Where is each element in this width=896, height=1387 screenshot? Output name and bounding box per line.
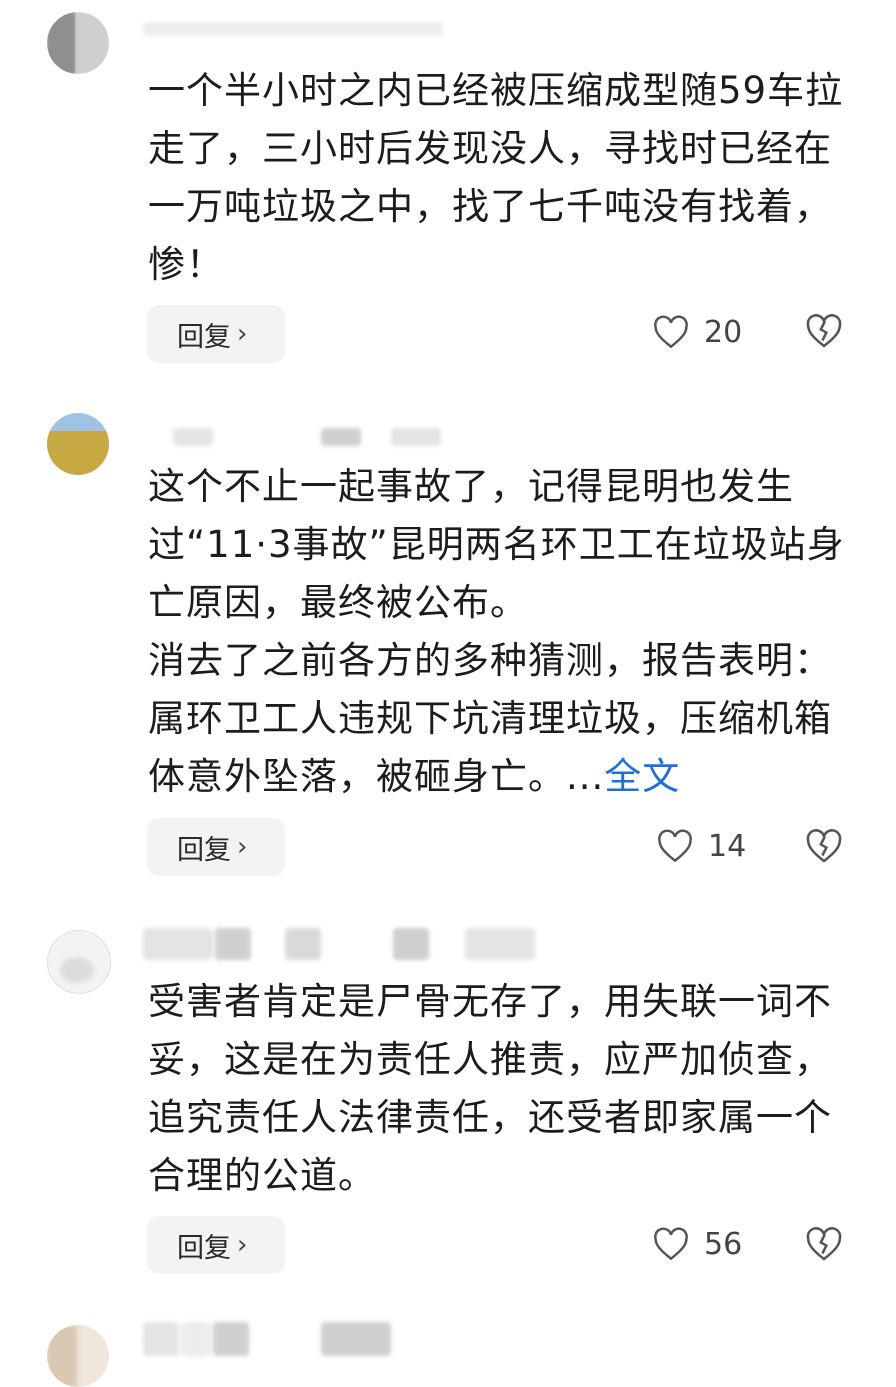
dislike-button[interactable] <box>805 828 843 868</box>
reply-button[interactable]: 回复 › <box>147 1216 285 1274</box>
chevron-right-icon: › <box>237 832 248 862</box>
avatar[interactable] <box>47 413 109 475</box>
avatar[interactable] <box>47 930 111 994</box>
expand-full-text-link[interactable]: 全文 <box>604 755 680 798</box>
broken-heart-icon <box>806 314 842 348</box>
comment-text: 一个半小时之内已经被压缩成型随59车拉走了，三小时后发现没人，寻找时已经在一万吨… <box>148 62 848 294</box>
like-button[interactable]: 20 <box>652 310 742 354</box>
heart-outline-icon <box>658 829 692 863</box>
like-button[interactable]: 56 <box>652 1222 742 1266</box>
avatar[interactable] <box>47 1325 109 1387</box>
dislike-button[interactable] <box>805 1226 843 1266</box>
comment-body: 这个不止一起事故了，记得昆明也发生过“11·3事故”昆明两名环卫工在垃圾站身亡原… <box>148 465 845 798</box>
broken-heart-icon <box>806 1227 842 1261</box>
like-count: 20 <box>704 314 743 350</box>
comment-text: 受害者肯定是尸骨无存了，用失联一词不妥，这是在为责任人推责，应严加侦查，追究责任… <box>148 973 848 1205</box>
heart-outline-icon <box>654 1227 688 1261</box>
broken-heart-icon <box>806 829 842 863</box>
like-count: 56 <box>704 1226 743 1262</box>
comment-body: 一个半小时之内已经被压缩成型随59车拉走了，三小时后发现没人，寻找时已经在一万吨… <box>148 69 844 286</box>
comment-text: 这个不止一起事故了，记得昆明也发生过“11·3事故”昆明两名环卫工在垃圾站身亡原… <box>148 458 848 806</box>
reply-label: 回复 <box>177 321 231 353</box>
reply-button[interactable]: 回复 › <box>147 305 285 363</box>
dislike-button[interactable] <box>805 313 843 353</box>
avatar[interactable] <box>47 12 109 74</box>
chevron-right-icon: › <box>237 1230 248 1260</box>
reply-label: 回复 <box>177 834 231 866</box>
like-button[interactable]: 14 <box>656 824 746 868</box>
chevron-right-icon: › <box>237 319 248 349</box>
heart-outline-icon <box>654 315 688 349</box>
comment-body: 受害者肯定是尸骨无存了，用失联一词不妥，这是在为责任人推责，应严加侦查，追究责任… <box>148 980 832 1197</box>
reply-button[interactable]: 回复 › <box>147 818 285 876</box>
reply-label: 回复 <box>177 1232 231 1264</box>
like-count: 14 <box>708 828 747 864</box>
